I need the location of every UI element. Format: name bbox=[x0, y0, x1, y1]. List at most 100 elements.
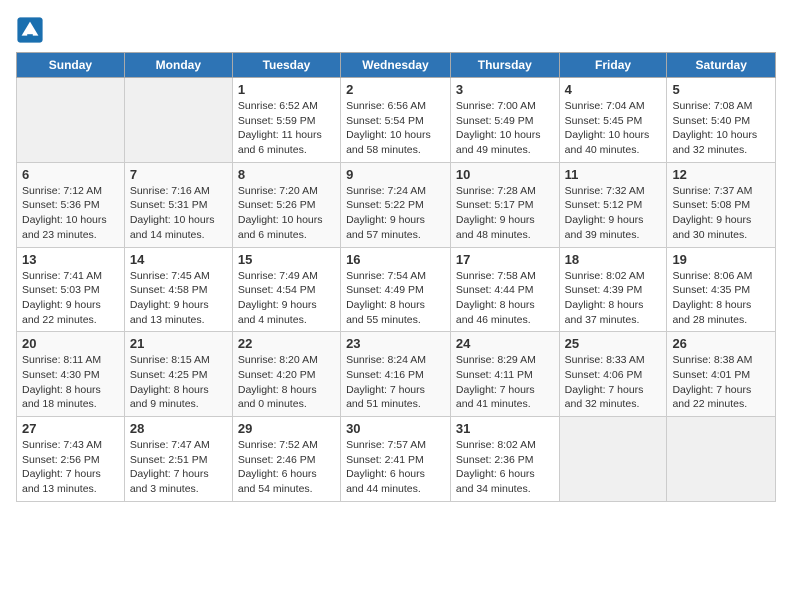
day-info: Sunrise: 7:04 AM Sunset: 5:45 PM Dayligh… bbox=[565, 99, 662, 158]
calendar-cell bbox=[667, 417, 776, 502]
day-info: Sunrise: 8:02 AM Sunset: 2:36 PM Dayligh… bbox=[456, 438, 554, 497]
day-info: Sunrise: 7:00 AM Sunset: 5:49 PM Dayligh… bbox=[456, 99, 554, 158]
day-number: 19 bbox=[672, 252, 770, 267]
day-number: 22 bbox=[238, 336, 335, 351]
weekday-header: Wednesday bbox=[341, 53, 451, 78]
weekday-header: Monday bbox=[124, 53, 232, 78]
day-info: Sunrise: 7:52 AM Sunset: 2:46 PM Dayligh… bbox=[238, 438, 335, 497]
day-number: 18 bbox=[565, 252, 662, 267]
day-info: Sunrise: 7:45 AM Sunset: 4:58 PM Dayligh… bbox=[130, 269, 227, 328]
day-number: 12 bbox=[672, 167, 770, 182]
day-info: Sunrise: 8:11 AM Sunset: 4:30 PM Dayligh… bbox=[22, 353, 119, 412]
calendar-cell: 26 Sunrise: 8:38 AM Sunset: 4:01 PM Dayli… bbox=[667, 332, 776, 417]
day-number: 7 bbox=[130, 167, 227, 182]
day-info: Sunrise: 8:33 AM Sunset: 4:06 PM Dayligh… bbox=[565, 353, 662, 412]
logo-icon bbox=[16, 16, 44, 44]
day-info: Sunrise: 7:20 AM Sunset: 5:26 PM Dayligh… bbox=[238, 184, 335, 243]
calendar-cell: 25 Sunrise: 8:33 AM Sunset: 4:06 PM Dayli… bbox=[559, 332, 667, 417]
calendar-cell: 1 Sunrise: 6:52 AM Sunset: 5:59 PM Daylig… bbox=[232, 78, 340, 163]
calendar-cell bbox=[17, 78, 125, 163]
calendar-cell: 17 Sunrise: 7:58 AM Sunset: 4:44 PM Dayli… bbox=[450, 247, 559, 332]
calendar-week-row: 1 Sunrise: 6:52 AM Sunset: 5:59 PM Daylig… bbox=[17, 78, 776, 163]
day-info: Sunrise: 7:43 AM Sunset: 2:56 PM Dayligh… bbox=[22, 438, 119, 497]
calendar-cell: 5Sunrise: 7:08 AM Sunset: 5:40 PM Daylig… bbox=[667, 78, 776, 163]
calendar-cell: 15 Sunrise: 7:49 AM Sunset: 4:54 PM Dayli… bbox=[232, 247, 340, 332]
calendar-cell: 3 Sunrise: 7:00 AM Sunset: 5:49 PM Daylig… bbox=[450, 78, 559, 163]
day-number: 8 bbox=[238, 167, 335, 182]
day-info: Sunrise: 8:20 AM Sunset: 4:20 PM Dayligh… bbox=[238, 353, 335, 412]
calendar-cell: 11 Sunrise: 7:32 AM Sunset: 5:12 PM Dayli… bbox=[559, 162, 667, 247]
calendar-cell: 10Sunrise: 7:28 AM Sunset: 5:17 PM Dayli… bbox=[450, 162, 559, 247]
calendar-week-row: 20 Sunrise: 8:11 AM Sunset: 4:30 PM Dayli… bbox=[17, 332, 776, 417]
day-number: 1 bbox=[238, 82, 335, 97]
calendar-week-row: 27 Sunrise: 7:43 AM Sunset: 2:56 PM Dayli… bbox=[17, 417, 776, 502]
calendar-body: 1 Sunrise: 6:52 AM Sunset: 5:59 PM Daylig… bbox=[17, 78, 776, 502]
day-number: 17 bbox=[456, 252, 554, 267]
calendar-cell: 30 Sunrise: 7:57 AM Sunset: 2:41 PM Dayli… bbox=[341, 417, 451, 502]
day-info: Sunrise: 6:52 AM Sunset: 5:59 PM Dayligh… bbox=[238, 99, 335, 158]
day-info: Sunrise: 8:29 AM Sunset: 4:11 PM Dayligh… bbox=[456, 353, 554, 412]
calendar-cell: 9Sunrise: 7:24 AM Sunset: 5:22 PM Daylig… bbox=[341, 162, 451, 247]
day-number: 31 bbox=[456, 421, 554, 436]
day-number: 27 bbox=[22, 421, 119, 436]
page-header bbox=[16, 16, 776, 44]
day-info: Sunrise: 8:15 AM Sunset: 4:25 PM Dayligh… bbox=[130, 353, 227, 412]
calendar-cell: 16Sunrise: 7:54 AM Sunset: 4:49 PM Dayli… bbox=[341, 247, 451, 332]
calendar-cell: 13Sunrise: 7:41 AM Sunset: 5:03 PM Dayli… bbox=[17, 247, 125, 332]
calendar-cell: 7 Sunrise: 7:16 AM Sunset: 5:31 PM Daylig… bbox=[124, 162, 232, 247]
calendar-table: SundayMondayTuesdayWednesdayThursdayFrid… bbox=[16, 52, 776, 502]
day-info: Sunrise: 7:12 AM Sunset: 5:36 PM Dayligh… bbox=[22, 184, 119, 243]
day-number: 20 bbox=[22, 336, 119, 351]
day-info: Sunrise: 7:32 AM Sunset: 5:12 PM Dayligh… bbox=[565, 184, 662, 243]
day-info: Sunrise: 8:38 AM Sunset: 4:01 PM Dayligh… bbox=[672, 353, 770, 412]
day-number: 14 bbox=[130, 252, 227, 267]
calendar-cell: 28 Sunrise: 7:47 AM Sunset: 2:51 PM Dayli… bbox=[124, 417, 232, 502]
calendar-cell: 6 Sunrise: 7:12 AM Sunset: 5:36 PM Daylig… bbox=[17, 162, 125, 247]
day-number: 6 bbox=[22, 167, 119, 182]
calendar-cell: 27 Sunrise: 7:43 AM Sunset: 2:56 PM Dayli… bbox=[17, 417, 125, 502]
day-number: 29 bbox=[238, 421, 335, 436]
day-number: 13 bbox=[22, 252, 119, 267]
calendar-cell: 14 Sunrise: 7:45 AM Sunset: 4:58 PM Dayli… bbox=[124, 247, 232, 332]
day-number: 4 bbox=[565, 82, 662, 97]
calendar-cell bbox=[559, 417, 667, 502]
weekday-header: Friday bbox=[559, 53, 667, 78]
calendar-cell: 4 Sunrise: 7:04 AM Sunset: 5:45 PM Daylig… bbox=[559, 78, 667, 163]
day-number: 28 bbox=[130, 421, 227, 436]
day-info: Sunrise: 7:47 AM Sunset: 2:51 PM Dayligh… bbox=[130, 438, 227, 497]
day-info: Sunrise: 7:24 AM Sunset: 5:22 PM Dayligh… bbox=[346, 184, 445, 243]
calendar-cell: 8 Sunrise: 7:20 AM Sunset: 5:26 PM Daylig… bbox=[232, 162, 340, 247]
calendar-cell: 22 Sunrise: 8:20 AM Sunset: 4:20 PM Dayli… bbox=[232, 332, 340, 417]
day-number: 2 bbox=[346, 82, 445, 97]
day-number: 3 bbox=[456, 82, 554, 97]
day-number: 30 bbox=[346, 421, 445, 436]
day-number: 15 bbox=[238, 252, 335, 267]
day-info: Sunrise: 7:57 AM Sunset: 2:41 PM Dayligh… bbox=[346, 438, 445, 497]
calendar-header-row: SundayMondayTuesdayWednesdayThursdayFrid… bbox=[17, 53, 776, 78]
day-info: Sunrise: 8:02 AM Sunset: 4:39 PM Dayligh… bbox=[565, 269, 662, 328]
day-info: Sunrise: 7:58 AM Sunset: 4:44 PM Dayligh… bbox=[456, 269, 554, 328]
calendar-cell: 23 Sunrise: 8:24 AM Sunset: 4:16 PM Dayli… bbox=[341, 332, 451, 417]
calendar-cell: 12 Sunrise: 7:37 AM Sunset: 5:08 PM Dayli… bbox=[667, 162, 776, 247]
day-number: 16 bbox=[346, 252, 445, 267]
day-number: 24 bbox=[456, 336, 554, 351]
calendar-cell: 21Sunrise: 8:15 AM Sunset: 4:25 PM Dayli… bbox=[124, 332, 232, 417]
calendar-cell: 2Sunrise: 6:56 AM Sunset: 5:54 PM Daylig… bbox=[341, 78, 451, 163]
day-number: 11 bbox=[565, 167, 662, 182]
day-info: Sunrise: 7:37 AM Sunset: 5:08 PM Dayligh… bbox=[672, 184, 770, 243]
day-number: 26 bbox=[672, 336, 770, 351]
day-number: 23 bbox=[346, 336, 445, 351]
day-info: Sunrise: 7:16 AM Sunset: 5:31 PM Dayligh… bbox=[130, 184, 227, 243]
weekday-header: Saturday bbox=[667, 53, 776, 78]
calendar-cell: 29 Sunrise: 7:52 AM Sunset: 2:46 PM Dayli… bbox=[232, 417, 340, 502]
day-info: Sunrise: 8:24 AM Sunset: 4:16 PM Dayligh… bbox=[346, 353, 445, 412]
day-info: Sunrise: 7:08 AM Sunset: 5:40 PM Dayligh… bbox=[672, 99, 770, 158]
calendar-cell: 31 Sunrise: 8:02 AM Sunset: 2:36 PM Dayli… bbox=[450, 417, 559, 502]
calendar-cell: 20 Sunrise: 8:11 AM Sunset: 4:30 PM Dayli… bbox=[17, 332, 125, 417]
weekday-header: Thursday bbox=[450, 53, 559, 78]
day-number: 10 bbox=[456, 167, 554, 182]
day-number: 25 bbox=[565, 336, 662, 351]
weekday-header: Tuesday bbox=[232, 53, 340, 78]
day-info: Sunrise: 7:49 AM Sunset: 4:54 PM Dayligh… bbox=[238, 269, 335, 328]
calendar-week-row: 13Sunrise: 7:41 AM Sunset: 5:03 PM Dayli… bbox=[17, 247, 776, 332]
